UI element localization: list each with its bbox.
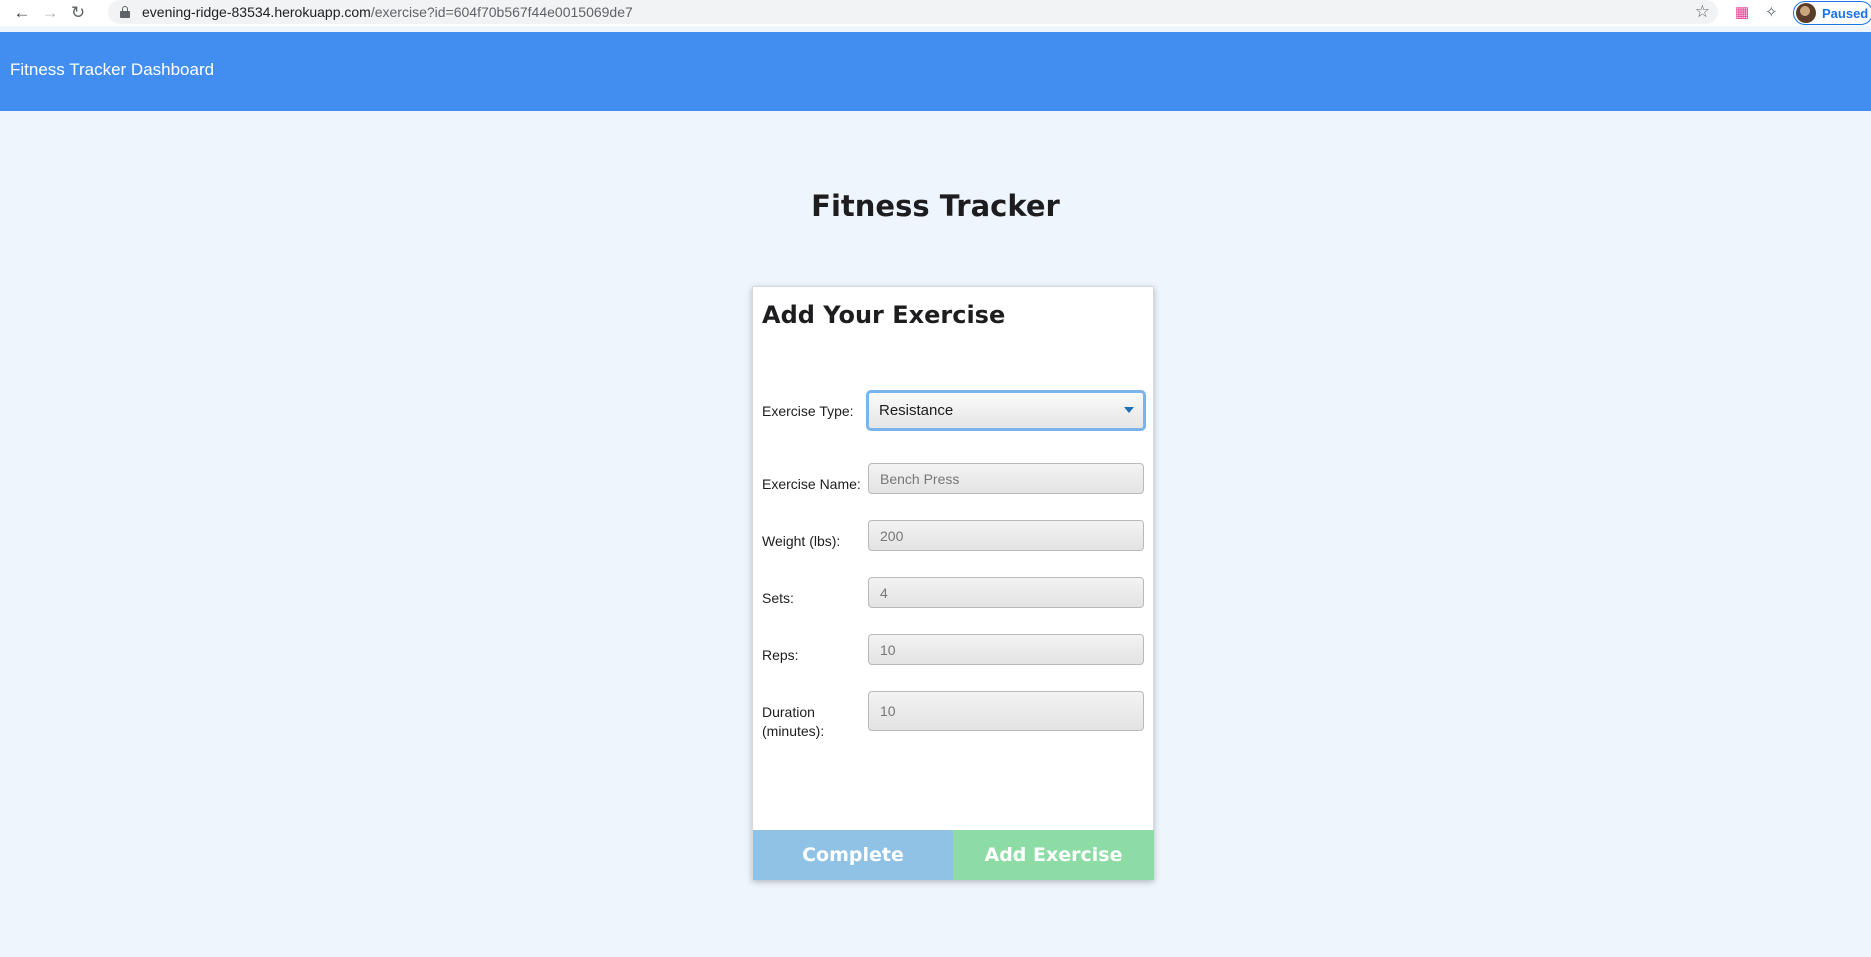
navbar-brand[interactable]: Fitness Tracker Dashboard [10, 60, 214, 80]
add-exercise-button[interactable]: Add Exercise [953, 830, 1154, 880]
weight-input[interactable] [868, 520, 1144, 551]
weight-label: Weight (lbs): [762, 533, 841, 549]
browser-toolbar: ← → ↻ evening-ridge-83534.herokuapp.com/… [0, 0, 1871, 26]
url-host: evening-ridge-83534.herokuapp.com [142, 4, 371, 20]
extension-grid-icon[interactable]: ▦ [1735, 3, 1749, 21]
duration-label-line1: Duration [762, 704, 815, 720]
exercise-name-label: Exercise Name: [762, 476, 861, 492]
back-arrow-icon[interactable]: ← [8, 0, 36, 26]
lock-icon [120, 6, 130, 18]
profile-status: Paused [1822, 5, 1869, 21]
address-bar[interactable]: evening-ridge-83534.herokuapp.com/exerci… [108, 0, 1718, 24]
reps-label: Reps: [762, 647, 799, 663]
avatar [1796, 3, 1816, 23]
forward-arrow-icon[interactable]: → [36, 0, 64, 26]
duration-input[interactable] [868, 691, 1144, 731]
exercise-type-label: Exercise Type: [762, 403, 854, 419]
duration-label: Duration (minutes): [762, 703, 824, 741]
complete-button[interactable]: Complete [753, 830, 953, 880]
reps-input[interactable] [868, 634, 1144, 665]
dropdown-caret-icon [1124, 407, 1134, 413]
exercise-form-card: Add Your Exercise Exercise Type: Resista… [752, 286, 1154, 880]
url-text[interactable]: evening-ridge-83534.herokuapp.com/exerci… [142, 4, 633, 20]
bookmark-star-icon[interactable]: ☆ [1695, 2, 1710, 22]
profile-button[interactable]: Paused [1793, 1, 1871, 25]
reload-icon[interactable]: ↻ [64, 0, 92, 26]
exercise-type-value: Resistance [879, 402, 954, 419]
exercise-name-input[interactable] [868, 463, 1144, 494]
top-navbar: Fitness Tracker Dashboard [0, 32, 1871, 111]
form-heading: Add Your Exercise [762, 301, 1006, 329]
exercise-type-select[interactable]: Resistance [866, 390, 1146, 431]
url-path: /exercise?id=604f70b567f44e0015069de7 [370, 4, 633, 20]
app-page: Fitness Tracker Dashboard Fitness Tracke… [0, 26, 1871, 957]
page-title: Fitness Tracker [811, 189, 1060, 223]
duration-label-line2: (minutes): [762, 723, 825, 739]
extensions-puzzle-icon[interactable]: ✧ [1765, 3, 1778, 21]
sets-input[interactable] [868, 577, 1144, 608]
sets-label: Sets: [762, 590, 794, 606]
